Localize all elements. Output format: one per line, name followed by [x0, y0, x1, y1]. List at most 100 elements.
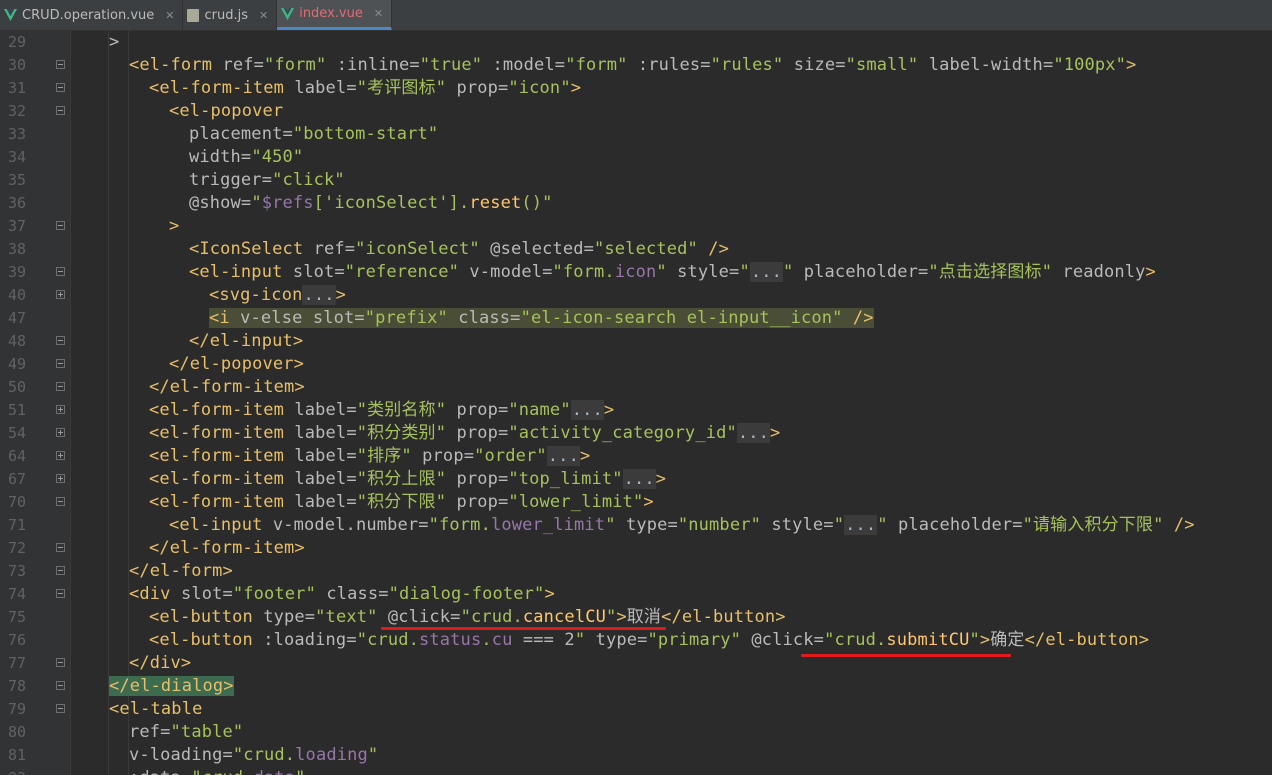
code-line: 49 </el-popover>: [0, 353, 1272, 376]
code-token: :data=: [129, 768, 191, 775]
fold-collapse-icon[interactable]: [56, 336, 65, 345]
code-token: >: [603, 400, 615, 420]
code-token: ...: [844, 515, 878, 535]
fold-collapse-icon[interactable]: [56, 382, 65, 391]
code-token: ": [574, 630, 586, 650]
code-token: data: [254, 768, 296, 775]
code-line: 79 <el-table: [0, 698, 1272, 721]
code-token: >: [770, 423, 781, 443]
code-line: 54 <el-form-item label="积分类别" prop="activ…: [0, 422, 1272, 445]
code-token: "selected": [594, 239, 698, 259]
fold-collapse-icon[interactable]: [56, 106, 65, 115]
fold-collapse-icon[interactable]: [56, 658, 65, 667]
fold-collapse-icon[interactable]: [56, 566, 65, 575]
code-token: </el-input>: [189, 331, 304, 351]
code-token: style=: [760, 515, 834, 535]
code-token: "primary": [647, 630, 741, 650]
fold-collapse-icon[interactable]: [56, 221, 65, 230]
code-token: :loading=: [263, 630, 357, 650]
code-token: ": [367, 745, 379, 765]
line-number: 70: [7, 493, 26, 511]
code-token: "form": [565, 55, 628, 75]
fold-collapse-icon[interactable]: [56, 60, 65, 69]
line-number: 39: [7, 263, 26, 281]
code-line: 75 <el-button type="text" @click="crud.ca…: [0, 606, 1272, 629]
code-token: "form.: [552, 262, 615, 282]
code-token: lower_limit: [490, 515, 606, 535]
code-token: <el-form-item: [149, 400, 295, 420]
code-text: <el-input v-model.number="form.lower_lim…: [169, 514, 1195, 537]
code-token: "table": [170, 722, 244, 742]
fold-expand-icon[interactable]: [56, 405, 65, 414]
close-icon[interactable]: ✕: [259, 9, 268, 22]
fold-collapse-icon[interactable]: [56, 681, 65, 690]
code-token: <el-form-item: [149, 492, 295, 512]
code-token: label=: [294, 469, 357, 489]
code-line: 47 <i v-else slot="prefix" class="el-icon…: [0, 307, 1272, 330]
code-token: <IconSelect: [189, 239, 314, 259]
line-number: 32: [7, 102, 26, 120]
code-token: ": [295, 768, 305, 775]
fold-collapse-icon[interactable]: [56, 589, 65, 598]
code-token: .: [481, 630, 492, 650]
code-token: "点击选择图标": [928, 262, 1053, 282]
code-token: @selected=: [479, 239, 595, 259]
code-token: "small": [845, 55, 919, 75]
code-text: >: [169, 215, 179, 238]
code-token: <el-form-item: [149, 423, 295, 443]
tab-0[interactable]: CRUD.operation.vue ✕: [0, 0, 184, 30]
fold-expand-icon[interactable]: [56, 451, 65, 460]
code-editor[interactable]: 29 >30 <el-form ref="form" :inline="true" …: [0, 31, 1272, 775]
code-token: cu: [491, 630, 513, 650]
close-icon[interactable]: ✕: [374, 7, 383, 20]
close-icon[interactable]: ✕: [165, 9, 174, 22]
code-token: :model=: [482, 55, 566, 75]
code-text: :data="crud.data": [129, 767, 306, 775]
code-token: >: [616, 607, 627, 627]
code-token: />: [1163, 515, 1195, 535]
code-token: "bottom-start": [292, 124, 439, 144]
code-token: "考评图标": [356, 78, 447, 98]
line-number: 51: [7, 401, 26, 419]
code-token: slot=: [292, 262, 345, 282]
code-text: </el-popover>: [169, 353, 304, 376]
fold-collapse-icon[interactable]: [56, 497, 65, 506]
code-line: 76 <el-button :loading="crud.status.cu ==…: [0, 629, 1272, 652]
code-token: @click=: [740, 630, 825, 650]
line-number: 37: [7, 217, 26, 235]
line-number: 81: [7, 746, 26, 764]
code-token: "iconSelect": [355, 239, 480, 259]
fold-collapse-icon[interactable]: [56, 359, 65, 368]
code-line: 36 @show="$refs['iconSelect'].reset()": [0, 192, 1272, 215]
fold-expand-icon[interactable]: [56, 474, 65, 483]
line-number: 74: [7, 585, 26, 603]
fold-expand-icon[interactable]: [56, 290, 65, 299]
code-text: <el-form-item label="考评图标" prop="icon">: [149, 77, 581, 100]
fold-collapse-icon[interactable]: [56, 543, 65, 552]
tab-2[interactable]: index.vue ✕: [277, 0, 393, 30]
fold-collapse-icon[interactable]: [56, 704, 65, 713]
code-line: 48 </el-input>: [0, 330, 1272, 353]
code-token: "lower_limit": [508, 492, 644, 512]
line-number: 76: [7, 631, 26, 649]
code-token: ...: [570, 400, 604, 420]
line-number: 71: [7, 516, 26, 534]
code-token: >: [544, 584, 555, 604]
line-number: 78: [7, 677, 26, 695]
code-token: ...: [546, 446, 580, 466]
code-text: width="450": [189, 146, 303, 169]
fold-collapse-icon[interactable]: [56, 83, 65, 92]
code-token: "积分类别": [356, 423, 447, 443]
tab-label: index.vue: [299, 6, 363, 21]
editor-tab-bar: CRUD.operation.vue ✕ crud.js ✕ index.vue ✕: [0, 0, 1272, 31]
code-token: ": [783, 262, 794, 282]
fold-collapse-icon[interactable]: [56, 267, 65, 276]
line-number: 82: [4, 767, 26, 775]
line-number: 34: [7, 148, 26, 166]
red-underline-submit: [801, 654, 1011, 657]
code-token: label=: [294, 78, 357, 98]
fold-expand-icon[interactable]: [56, 428, 65, 437]
code-token: "text": [315, 607, 378, 627]
code-token: width=: [189, 147, 252, 167]
tab-1[interactable]: crud.js ✕: [183, 0, 278, 30]
